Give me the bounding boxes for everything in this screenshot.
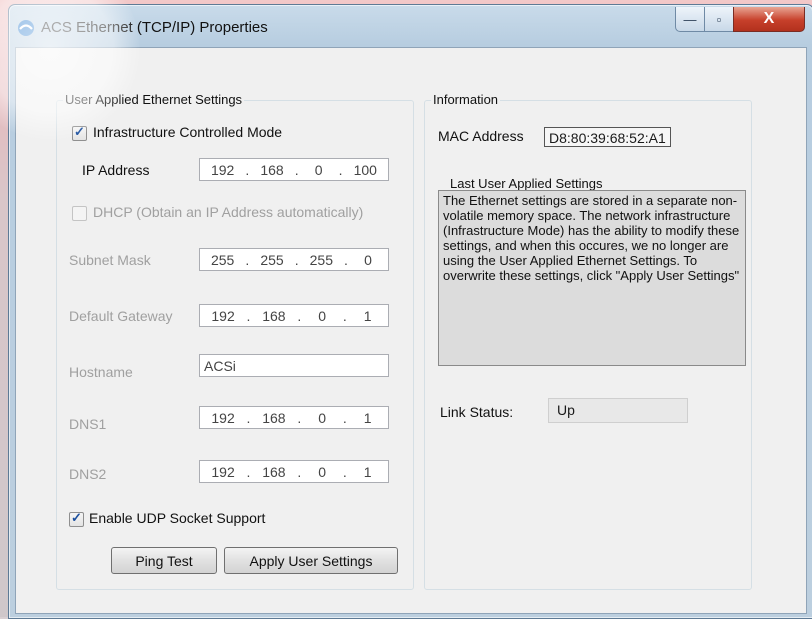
dns1-label: DNS1 (69, 416, 107, 432)
subnet-octet: 255 (260, 251, 284, 268)
maximize-icon: ▫ (716, 11, 722, 27)
dns1-field[interactable]: 192. 168. 0. 1 (199, 406, 389, 429)
window-title: ACS Ethernet (TCP/IP) Properties (41, 19, 268, 36)
gateway-octet: 0 (318, 307, 326, 324)
minimize-button[interactable]: — (675, 7, 705, 32)
app-swirl-icon (18, 20, 34, 36)
hostname-value: ACSi (204, 357, 236, 374)
gateway-octet: 168 (262, 307, 286, 324)
dhcp-checkbox[interactable] (72, 206, 87, 221)
mac-address-value: D8:80:39:68:52:A1 (544, 127, 671, 147)
default-gateway-field[interactable]: 192. 168. 0. 1 (199, 304, 389, 327)
ip-address-label: IP Address (82, 162, 150, 178)
information-group-title: Information (431, 92, 501, 107)
subnet-octet: 255 (210, 251, 235, 268)
udp-socket-checkbox[interactable] (69, 510, 84, 527)
udp-socket-label: Enable UDP Socket Support (89, 510, 266, 526)
subnet-octet: 0 (364, 251, 372, 268)
last-settings-text: The Ethernet settings are stored in a se… (438, 190, 746, 366)
minimize-icon: — (683, 11, 697, 27)
dns2-octet: 1 (363, 463, 372, 480)
dns1-octet: 168 (262, 409, 286, 426)
link-status-label: Link Status: (440, 404, 514, 420)
ip-octet: 192 (210, 161, 235, 178)
infrastructure-mode-checkbox[interactable] (72, 124, 87, 141)
subnet-mask-label: Subnet Mask (69, 252, 151, 268)
dns2-octet: 168 (262, 463, 286, 480)
dns1-octet: 192 (211, 409, 235, 426)
properties-window: ACS Ethernet (TCP/IP) Properties — ▫ X U… (8, 4, 812, 619)
dns1-octet: 0 (318, 409, 326, 426)
dns2-field[interactable]: 192. 168. 0. 1 (199, 460, 389, 483)
dns1-octet: 1 (363, 409, 372, 426)
last-settings-title: Last User Applied Settings (450, 176, 603, 191)
close-icon: X (763, 10, 775, 27)
link-status-value: Up (548, 398, 688, 423)
hostname-label: Hostname (69, 364, 133, 380)
subnet-mask-field[interactable]: 255. 255. 255. 0 (199, 248, 389, 271)
default-gateway-label: Default Gateway (69, 308, 173, 324)
dns2-octet: 192 (211, 463, 235, 480)
user-settings-group-title: User Applied Ethernet Settings (63, 92, 245, 107)
subnet-octet: 255 (309, 251, 333, 268)
dhcp-label: DHCP (Obtain an IP Address automatically… (93, 204, 364, 220)
close-button[interactable]: X (733, 7, 805, 32)
ip-octet: 100 (353, 161, 377, 178)
dns2-octet: 0 (318, 463, 326, 480)
ip-octet: 0 (314, 161, 323, 178)
ip-octet: 168 (260, 161, 284, 178)
title-bar[interactable]: ACS Ethernet (TCP/IP) Properties — ▫ X (9, 5, 812, 47)
dialog-client-area: User Applied Ethernet Settings Infrastru… (15, 47, 807, 614)
gateway-octet: 192 (211, 307, 235, 324)
infrastructure-mode-label: Infrastructure Controlled Mode (93, 124, 283, 140)
dns2-label: DNS2 (69, 466, 107, 482)
maximize-button[interactable]: ▫ (704, 7, 734, 32)
gateway-octet: 1 (363, 307, 372, 324)
hostname-field[interactable]: ACSi (199, 354, 389, 377)
apply-user-settings-button[interactable]: Apply User Settings (224, 547, 398, 574)
mac-address-label: MAC Address (438, 128, 524, 144)
ping-test-button[interactable]: Ping Test (111, 547, 217, 574)
ip-address-field[interactable]: 192. 168. 0. 100 (199, 158, 389, 181)
